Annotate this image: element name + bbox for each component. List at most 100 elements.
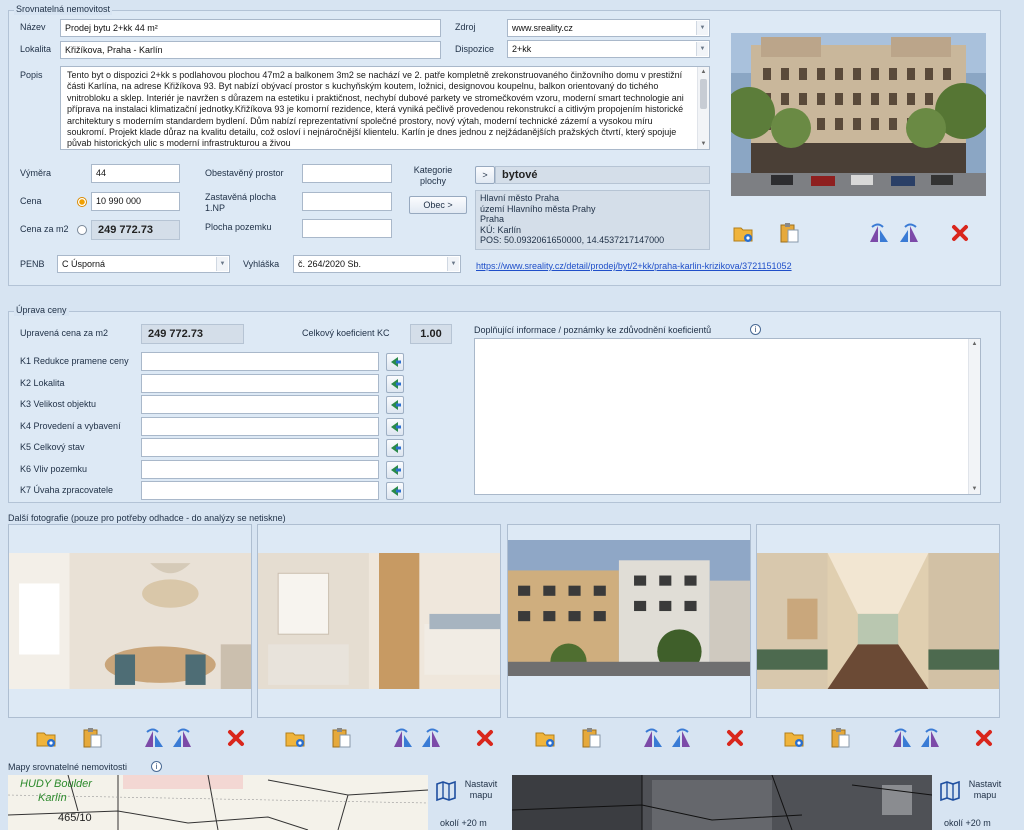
- notes-label-text: Doplňující informace / poznámky ke zdůvo…: [474, 325, 712, 335]
- scroll-up-icon[interactable]: ▲: [698, 67, 709, 77]
- price-input[interactable]: 10 990 000: [91, 192, 180, 211]
- paste-photo-button[interactable]: [828, 726, 852, 750]
- extra-photo-panel[interactable]: [8, 524, 252, 718]
- municipality-button[interactable]: Obec >: [409, 196, 467, 214]
- extra-photo-panel[interactable]: [507, 524, 751, 718]
- category-button[interactable]: >: [475, 166, 495, 184]
- rotate-left-button[interactable]: [640, 726, 664, 750]
- name-input[interactable]: Prodej bytu 2+kk 44 m²: [60, 19, 441, 37]
- address-box: Hlavní město Praha území Hlavního města …: [475, 190, 710, 250]
- price-radio[interactable]: [77, 197, 87, 207]
- delete-photo-button[interactable]: [473, 726, 497, 750]
- area-input[interactable]: 44: [91, 164, 180, 183]
- rotate-left-button[interactable]: [390, 726, 414, 750]
- chevron-down-icon[interactable]: ▼: [696, 42, 708, 56]
- rotate-right-button[interactable]: [898, 221, 922, 245]
- coefficient-input[interactable]: [141, 373, 379, 393]
- delete-photo-button[interactable]: [723, 726, 747, 750]
- rotate-right-button[interactable]: [670, 726, 694, 750]
- description-label: Popis: [20, 70, 43, 80]
- folder-camera-icon: [36, 732, 56, 747]
- price-per-m2-radio[interactable]: [77, 225, 87, 235]
- description-textarea[interactable]: Tento byt o dispozici 2+kk s podlahovou …: [60, 66, 710, 150]
- folder-camera-icon: [733, 227, 753, 242]
- close-icon: [976, 730, 992, 746]
- rotate-left-icon: [893, 728, 911, 747]
- coefficient-apply-button[interactable]: [386, 374, 404, 393]
- rotate-right-button[interactable]: [919, 726, 943, 750]
- source-select[interactable]: www.sreality.cz ▼: [507, 19, 710, 37]
- coefficient-apply-button[interactable]: [386, 482, 404, 500]
- extra-photo-panel[interactable]: [257, 524, 501, 718]
- add-photo-button[interactable]: [782, 726, 806, 750]
- rotate-right-button[interactable]: [171, 726, 195, 750]
- scroll-down-icon[interactable]: ▼: [969, 484, 980, 494]
- add-photo-button[interactable]: [34, 726, 58, 750]
- notes-textarea[interactable]: ▲ ▼: [474, 338, 981, 495]
- main-photo[interactable]: [731, 33, 986, 196]
- add-photo-button[interactable]: [283, 726, 307, 750]
- chevron-down-icon[interactable]: ▼: [216, 257, 228, 271]
- coefficient-input[interactable]: [141, 459, 379, 479]
- add-photo-button[interactable]: [731, 221, 755, 245]
- notes-scrollbar[interactable]: ▲ ▼: [968, 339, 980, 494]
- address-city: Praha: [480, 214, 505, 225]
- scroll-thumb[interactable]: [700, 79, 707, 109]
- delete-photo-button[interactable]: [948, 221, 972, 245]
- info-icon[interactable]: i: [151, 761, 162, 772]
- extra-photo-panel[interactable]: [756, 524, 1000, 718]
- listing-url-link[interactable]: https://www.sreality.cz/detail/prodej/by…: [476, 261, 792, 271]
- set-map-2-button[interactable]: Nastavit mapu: [935, 776, 1010, 808]
- layout-label: Dispozice: [455, 44, 495, 54]
- rotate-right-icon: [173, 728, 191, 747]
- folder-camera-icon: [535, 732, 555, 747]
- coefficient-label: K1 Redukce pramene ceny: [20, 356, 129, 366]
- rotate-left-button[interactable]: [141, 726, 165, 750]
- chevron-down-icon[interactable]: ▼: [447, 257, 459, 271]
- built-area-input[interactable]: [302, 192, 392, 211]
- coefficient-input[interactable]: [141, 352, 379, 371]
- paste-photo-button[interactable]: [777, 221, 801, 245]
- rotate-left-button[interactable]: [889, 726, 913, 750]
- info-icon[interactable]: i: [750, 324, 761, 335]
- coefficient-input[interactable]: [141, 481, 379, 500]
- coefficient-apply-button[interactable]: [386, 460, 404, 479]
- coefficient-input[interactable]: [141, 416, 379, 436]
- delete-photo-button[interactable]: [224, 726, 248, 750]
- map-icon: [436, 780, 456, 802]
- paste-photo-button[interactable]: [579, 726, 603, 750]
- locality-input[interactable]: Křižíkova, Praha - Karlín: [60, 41, 441, 59]
- adjusted-price-value: 249 772.73: [141, 324, 244, 344]
- layout-select[interactable]: 2+kk ▼: [507, 40, 710, 58]
- rotate-right-icon: [921, 728, 939, 747]
- map-2[interactable]: [512, 775, 932, 830]
- map-1[interactable]: HUDY Boulder Karlín 465/10: [8, 775, 428, 830]
- scroll-up-icon[interactable]: ▲: [969, 339, 980, 349]
- coefficient-input[interactable]: [141, 395, 379, 414]
- decree-select[interactable]: č. 264/2020 Sb. ▼: [293, 255, 461, 273]
- coefficient-input[interactable]: [141, 438, 379, 457]
- add-photo-button[interactable]: [533, 726, 557, 750]
- chevron-down-icon[interactable]: ▼: [696, 21, 708, 35]
- paste-photo-button[interactable]: [80, 726, 104, 750]
- arrow-left-icon: [391, 400, 401, 410]
- rotate-right-button[interactable]: [420, 726, 444, 750]
- address-region: Hlavní město Praha: [480, 193, 560, 203]
- paste-photo-button[interactable]: [329, 726, 353, 750]
- description-scrollbar[interactable]: ▲ ▼: [697, 67, 709, 149]
- photos-label: Další fotografie (pouze pro potřeby odha…: [8, 513, 286, 523]
- land-area-input[interactable]: [302, 219, 392, 238]
- scroll-down-icon[interactable]: ▼: [698, 139, 709, 149]
- rotate-left-button[interactable]: [866, 221, 890, 245]
- coefficient-apply-button[interactable]: [386, 396, 404, 414]
- set-map-1-button[interactable]: Nastavit mapu: [431, 776, 506, 808]
- map-label-shop: HUDY Boulder: [20, 778, 92, 790]
- coefficient-apply-button[interactable]: [386, 439, 404, 457]
- built-space-input[interactable]: [302, 164, 392, 183]
- coefficient-apply-button[interactable]: [386, 353, 404, 371]
- coefficient-apply-button[interactable]: [386, 417, 404, 436]
- aerial-map-image: [512, 775, 932, 830]
- delete-photo-button[interactable]: [972, 726, 996, 750]
- maps-label: Mapy srovnatelné nemovitosti: [8, 762, 127, 773]
- penb-select[interactable]: C Úsporná ▼: [57, 255, 230, 273]
